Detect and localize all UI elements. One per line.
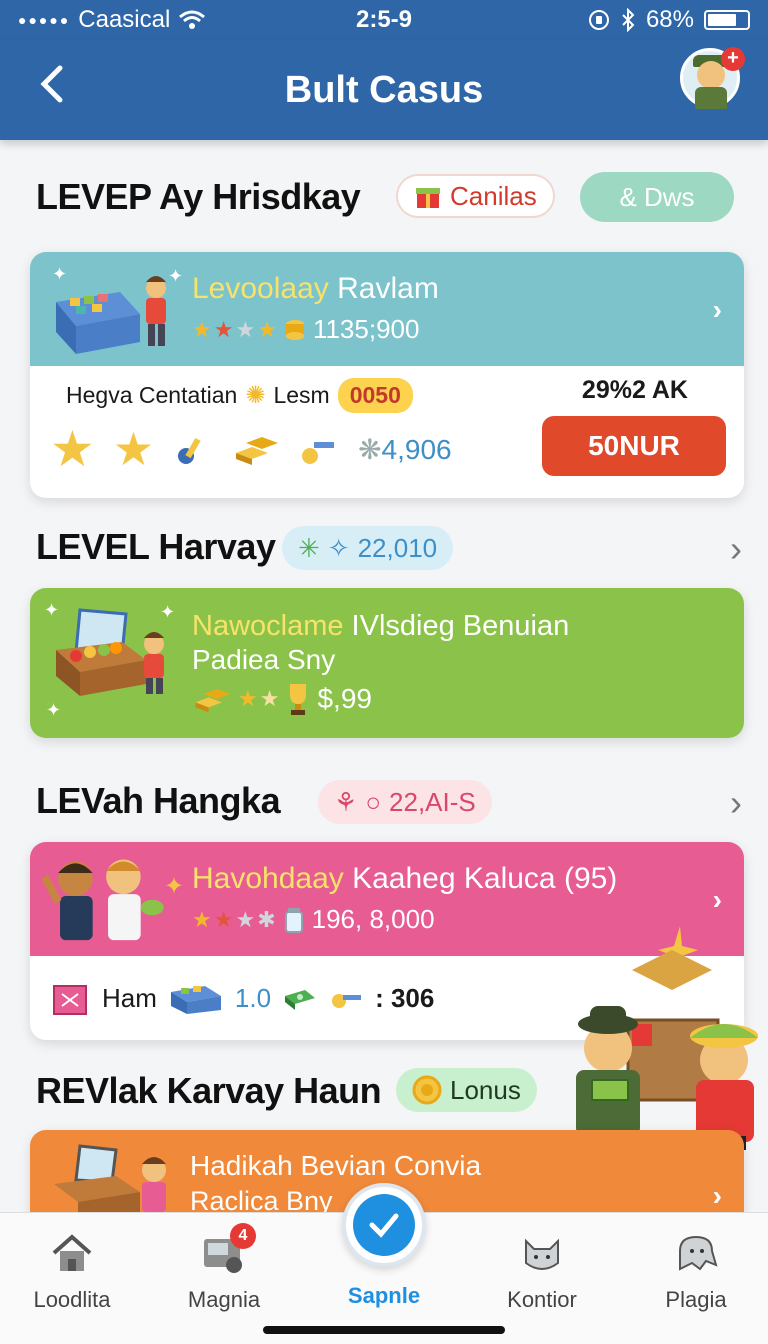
key-icon	[332, 994, 362, 1008]
card-stats: ★ ★ ★ ✱ 196, 8,000	[192, 904, 435, 934]
treasure-box-illustration	[56, 276, 166, 354]
card-title: Havohdaay Kaaheg Kaluca (95)	[192, 862, 618, 895]
section-header-2: LEVEL Harvay	[36, 526, 276, 568]
notification-badge: 4	[230, 1223, 256, 1249]
card-banner: ✦ ✦ Levoolaay Ravlam ★ ★ ★ ★ 1135;900 ›	[30, 252, 744, 366]
sparkle-icon: ⚘	[334, 786, 358, 817]
card-title: Hadikah Bevian Convia	[190, 1150, 482, 1181]
status-bar: ●●●●● Caasical 2:5-9 68%	[0, 0, 768, 40]
card-right-value: 29%2 AK	[581, 376, 688, 404]
cat-icon	[525, 1238, 559, 1270]
reward-card-2[interactable]: ✦ ✦ ✦ Nawoclame IVlsdieg Benuian Padiea …	[30, 588, 744, 738]
card-stats: ★ ★ ★ ★ 1135;900	[192, 314, 420, 344]
gift-icon	[416, 188, 440, 208]
rating-stars: ★ ★	[238, 686, 280, 711]
count-pill[interactable]: ⚘ ○ 22,AI-S	[318, 780, 492, 824]
gift-box-icon	[53, 985, 87, 1015]
claim-button[interactable]: 50NUR	[542, 416, 726, 476]
section-title: LEVEP Ay Hrisdkay	[36, 176, 361, 217]
add-icon[interactable]: +	[721, 47, 745, 71]
avatar[interactable]: +	[680, 47, 745, 109]
chevron-right-icon[interactable]: ›	[713, 1180, 722, 1212]
ring-icon: ○	[365, 786, 382, 817]
chevron-right-icon[interactable]: ›	[713, 294, 722, 326]
gear-coin-icon: ✺	[245, 382, 266, 409]
card-title: Levoolaay Ravlam	[192, 272, 439, 305]
section-title: REVlak Karvay Haun	[36, 1070, 382, 1111]
cash-icon	[285, 990, 316, 1010]
gem-count: ❋4,906	[358, 433, 452, 465]
page-title: Bult Casus	[284, 68, 484, 111]
star-icon: ★	[112, 423, 155, 475]
count-badge: 0050	[337, 378, 413, 413]
reward-card-1[interactable]: ✦ ✦ Levoolaay Ravlam ★ ★ ★ ★ 1135;900 › Heg…	[30, 252, 744, 498]
checkmark-icon	[369, 1213, 399, 1238]
tab-home[interactable]: Loodlita	[12, 1229, 132, 1313]
gold-bars-icon	[236, 437, 279, 465]
home-indicator	[263, 1326, 505, 1334]
price-row: ★ ★ $,99	[192, 682, 372, 716]
status-time: 2:5-9	[355, 6, 413, 33]
home-icon	[52, 1234, 92, 1271]
trophy-icon	[290, 684, 307, 715]
gold-bars-icon	[195, 689, 231, 713]
rating-stars: ★ ★ ★ ★	[192, 316, 277, 342]
star-icon: ★	[50, 421, 95, 477]
section-header-1: LEVEP Ay Hrisdkay	[36, 176, 361, 218]
battery-icon	[704, 10, 750, 30]
gift-pill[interactable]: Canilas	[396, 174, 555, 218]
chevron-right-icon[interactable]: ›	[730, 782, 742, 824]
blue-key-icon	[302, 442, 335, 464]
section-title: LEVah Hangka	[36, 780, 281, 821]
card-title: Nawoclame IVlsdieg Benuian	[192, 610, 570, 642]
card-row: Ham 1.0 : 306	[50, 978, 434, 1018]
dws-pill[interactable]: & Dws	[580, 172, 734, 222]
card-row-1: Hegva Centatian ✺ Lesm 0050	[66, 378, 413, 413]
bottom-tab-bar: Loodlita 4 Magnia Sapnle Kontior Plagia	[0, 1183, 768, 1344]
bonus-pill[interactable]: Lonus	[396, 1068, 537, 1112]
coin-stack-icon	[285, 319, 304, 340]
back-button[interactable]	[32, 62, 76, 106]
ghost-icon	[679, 1235, 718, 1271]
card-subtitle: Raclica Bny	[190, 1186, 333, 1212]
coin-icon	[412, 1075, 442, 1105]
top-nav-bar: Bult Casus +	[0, 40, 768, 140]
jar-icon	[284, 907, 303, 933]
treasure-box-icon	[170, 986, 221, 1014]
chevron-left-icon	[40, 65, 63, 103]
merchant-characters-illustration	[576, 926, 758, 1150]
main-content: LEVEP Ay Hrisdkay Canilas & Dws ✦ ✦ Levo…	[0, 140, 768, 1212]
tab-sapnle[interactable]: Sapnle	[324, 1283, 444, 1309]
tab-center-button[interactable]	[342, 1183, 426, 1267]
section-header-4: REVlak Karvay Haun	[36, 1070, 382, 1112]
tab-magnia[interactable]: 4 Magnia	[164, 1223, 284, 1313]
sparkle-icon: ✳	[298, 532, 320, 563]
section-title: LEVEL Harvay	[36, 526, 276, 567]
card-subtitle: Padiea Sny	[192, 644, 336, 675]
reward-icons-row: ★ ★ ❋4,906	[50, 424, 452, 474]
tab-kontior[interactable]: Kontior	[482, 1229, 602, 1313]
rating-stars: ★ ★ ★ ✱	[192, 906, 276, 932]
section-header-3: LEVah Hangka	[36, 780, 281, 822]
tab-plagia[interactable]: Plagia	[636, 1229, 756, 1313]
treasure-box-illustration	[54, 1144, 166, 1212]
friends-illustration	[41, 859, 164, 941]
key-icon	[178, 437, 201, 464]
chevron-right-icon[interactable]: ›	[730, 528, 742, 570]
count-pill[interactable]: ✳ ✧ 22,010	[282, 526, 454, 570]
